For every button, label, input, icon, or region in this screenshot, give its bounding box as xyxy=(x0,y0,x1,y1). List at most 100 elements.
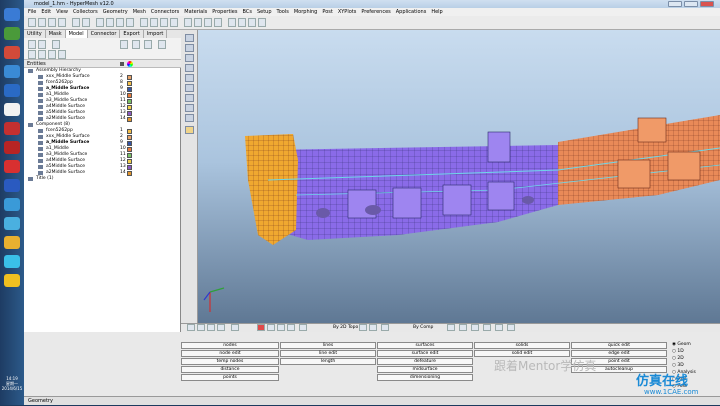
panel-button-edge-edit[interactable]: edge edit xyxy=(571,350,667,357)
view-icon[interactable] xyxy=(170,18,178,27)
color-swatch[interactable] xyxy=(127,116,132,122)
tab-mask[interactable]: Mask xyxy=(46,30,66,38)
close-button[interactable] xyxy=(700,1,714,7)
display-icon[interactable] xyxy=(277,324,285,331)
panel-button-temp-nodes[interactable]: temp nodes xyxy=(181,358,279,365)
display-icon[interactable] xyxy=(204,18,212,27)
filter-icon[interactable] xyxy=(38,40,46,49)
page-radio-2d[interactable]: ○ 2D xyxy=(672,356,684,362)
graphics-area[interactable] xyxy=(198,30,720,323)
rotate-icon[interactable] xyxy=(96,18,104,27)
open-icon[interactable] xyxy=(28,18,36,27)
tree-row[interactable]: Title (1) xyxy=(24,176,181,182)
shade-icon[interactable] xyxy=(207,324,215,331)
app-icon[interactable] xyxy=(4,198,20,211)
view-icon[interactable] xyxy=(160,18,168,27)
tab-model[interactable]: Model xyxy=(65,30,88,38)
panel-button-dimensioning[interactable]: dimensioning xyxy=(377,374,473,381)
panel-button-quick-edit[interactable]: quick edit xyxy=(571,342,667,349)
panel-button-line-edit[interactable]: line edit xyxy=(280,350,376,357)
app-icon[interactable] xyxy=(4,27,20,40)
panel-button-nodes[interactable]: nodes xyxy=(181,342,279,349)
view-top-icon[interactable] xyxy=(185,34,194,42)
app-icon[interactable] xyxy=(4,236,20,249)
panel-button-solid-edit[interactable]: solid edit xyxy=(474,350,570,357)
panel-button-defeature[interactable]: defeature xyxy=(377,358,473,365)
display-icon[interactable] xyxy=(359,324,367,331)
color-by-dropdown[interactable]: By Comp xyxy=(413,325,433,330)
panel-button-node-edit[interactable]: node edit xyxy=(181,350,279,357)
app-icon[interactable] xyxy=(4,274,20,287)
view-iso-icon[interactable] xyxy=(185,64,194,72)
menu-item[interactable]: Setup xyxy=(257,8,272,16)
color-swatch[interactable] xyxy=(127,140,132,146)
menu-item[interactable]: Collectors xyxy=(73,8,98,16)
app-icon[interactable] xyxy=(4,65,20,78)
menu-item[interactable]: Applications xyxy=(396,8,427,16)
app-icon[interactable] xyxy=(4,141,20,154)
color-swatch[interactable] xyxy=(127,170,132,176)
view-icon[interactable] xyxy=(140,18,148,27)
tab-connector[interactable]: Connector xyxy=(88,30,121,38)
app-icon[interactable] xyxy=(4,84,20,97)
view-side-icon[interactable] xyxy=(185,54,194,62)
tab-export[interactable]: Export xyxy=(120,30,144,38)
topo-dropdown[interactable]: By 2D Topo xyxy=(333,325,358,330)
color-swatch[interactable] xyxy=(127,74,132,80)
shade-icon[interactable] xyxy=(228,18,236,27)
panel-button-surface-edit[interactable]: surface edit xyxy=(377,350,473,357)
menu-item[interactable]: File xyxy=(28,8,36,16)
menu-item[interactable]: XYPlots xyxy=(338,8,357,16)
filter-icon[interactable] xyxy=(28,40,36,49)
isolate-icon[interactable] xyxy=(144,40,152,49)
tab-import[interactable]: Import xyxy=(144,30,168,38)
panel-button-midsurface[interactable]: midsurface xyxy=(377,366,473,373)
fit-icon[interactable] xyxy=(116,18,124,27)
eye-icon[interactable] xyxy=(158,40,166,49)
redo-icon[interactable] xyxy=(82,18,90,27)
delete-icon[interactable] xyxy=(257,324,265,331)
display-icon[interactable] xyxy=(507,324,515,331)
app-icon[interactable] xyxy=(4,122,20,135)
app-icon[interactable] xyxy=(4,160,20,173)
panel-button-distance[interactable]: distance xyxy=(181,366,279,373)
view-icon[interactable] xyxy=(185,114,194,122)
color-swatch[interactable] xyxy=(127,104,132,110)
collector-icon[interactable] xyxy=(48,50,56,59)
color-swatch[interactable] xyxy=(127,86,132,92)
color-swatch[interactable] xyxy=(127,92,132,98)
shade-icon[interactable] xyxy=(231,324,239,331)
export-icon[interactable] xyxy=(58,18,66,27)
import-icon[interactable] xyxy=(48,18,56,27)
color-swatch[interactable] xyxy=(127,152,132,158)
color-swatch[interactable] xyxy=(127,158,132,164)
display-icon[interactable] xyxy=(447,324,455,331)
save-icon[interactable] xyxy=(38,18,46,27)
color-swatch[interactable] xyxy=(127,98,132,104)
shade-icon[interactable] xyxy=(258,18,266,27)
panel-button-points[interactable]: points xyxy=(181,374,279,381)
display-icon[interactable] xyxy=(483,324,491,331)
menu-item[interactable]: Edit xyxy=(41,8,51,16)
menu-item[interactable]: Properties xyxy=(212,8,237,16)
selected-tool-icon[interactable] xyxy=(185,126,194,134)
display-icon[interactable] xyxy=(471,324,479,331)
menu-item[interactable]: Materials xyxy=(184,8,207,16)
app-icon[interactable] xyxy=(4,217,20,230)
menu-item[interactable]: View xyxy=(56,8,68,16)
panel-button-solids[interactable]: solids xyxy=(474,342,570,349)
zoom-icon[interactable] xyxy=(106,18,114,27)
menu-item[interactable]: Morphing xyxy=(294,8,318,16)
view-front-icon[interactable] xyxy=(185,44,194,52)
shade-icon[interactable] xyxy=(238,18,246,27)
shade-icon[interactable] xyxy=(217,324,225,331)
start-icon[interactable] xyxy=(4,8,20,21)
menu-item[interactable]: Help xyxy=(431,8,442,16)
tab-utility[interactable]: Utility xyxy=(24,30,46,38)
view-icon[interactable] xyxy=(185,104,194,112)
mask-icon[interactable] xyxy=(184,18,192,27)
page-radio-geom[interactable]: ◉ Geom xyxy=(672,342,691,348)
display-icon[interactable] xyxy=(381,324,389,331)
display-icon[interactable] xyxy=(459,324,467,331)
display-icon[interactable] xyxy=(495,324,503,331)
